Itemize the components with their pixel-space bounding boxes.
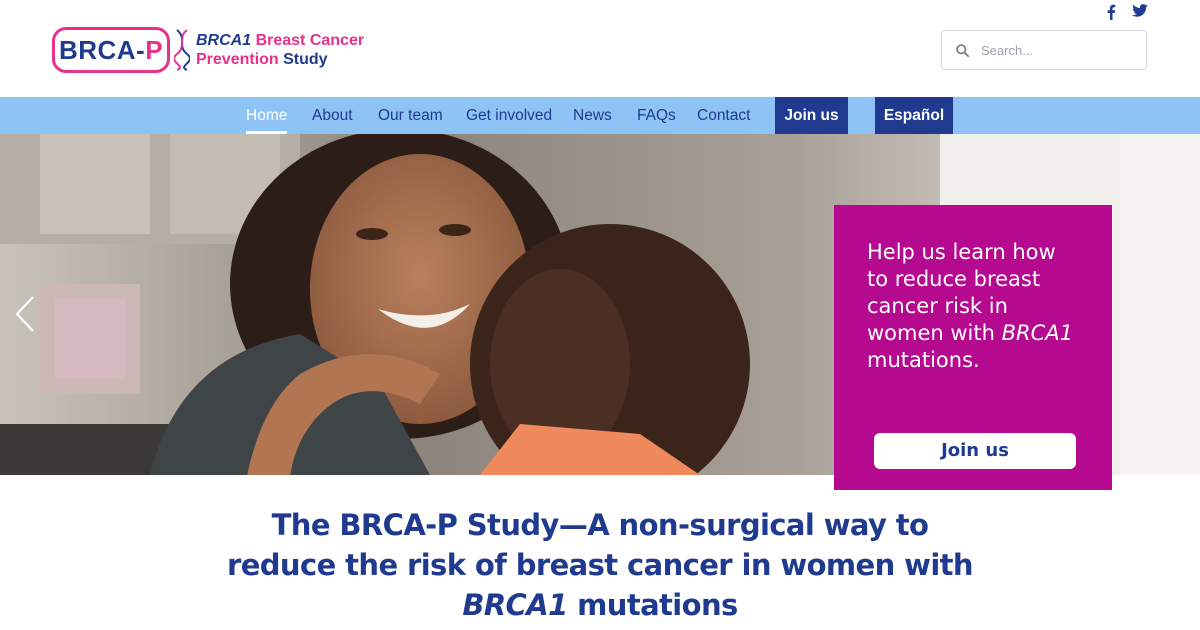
nav-item-contact[interactable]: Contact: [697, 97, 750, 134]
search-box[interactable]: [941, 30, 1147, 70]
logo-text: BRCA1 Breast Cancer Prevention Study: [196, 31, 364, 69]
logo-line2-accent: Prevention: [196, 51, 279, 68]
nav-item-get-involved[interactable]: Get involved: [466, 97, 552, 134]
headline-after: mutations: [567, 588, 738, 622]
search-input[interactable]: [981, 42, 1131, 58]
logo-gene: BRCA1: [196, 32, 252, 49]
promo-text-gene: BRCA1: [1001, 321, 1074, 345]
headline-gene: BRCA1: [462, 588, 568, 622]
facebook-icon[interactable]: [1106, 4, 1116, 20]
promo-text-after: mutations.: [867, 348, 980, 372]
nav-item-faqs[interactable]: FAQs: [637, 97, 676, 134]
social-links: [1106, 4, 1148, 20]
logo-badge-main: BRCA-: [58, 34, 146, 65]
promo-text: Help us learn how to reduce breast cance…: [867, 239, 1080, 374]
page-headline: The BRCA-P Study—A non-surgical way to r…: [220, 505, 980, 625]
main-nav: Home About Our team Get involved News FA…: [0, 97, 1200, 134]
nav-join-us-button[interactable]: Join us: [775, 97, 848, 134]
nav-item-home[interactable]: Home: [246, 97, 288, 134]
dna-helix-icon: [174, 29, 190, 71]
headline-before: The BRCA-P Study—A non-surgical way to r…: [227, 508, 974, 582]
promo-join-us-button[interactable]: Join us: [874, 433, 1076, 469]
chevron-left-icon[interactable]: [14, 294, 36, 334]
nav-espanol-button[interactable]: Español: [875, 97, 953, 134]
hero-promo-panel: Help us learn how to reduce breast cance…: [834, 205, 1112, 490]
logo-line2-rest: Study: [278, 51, 328, 68]
nav-item-about[interactable]: About: [312, 97, 353, 134]
nav-item-news[interactable]: News: [573, 97, 612, 134]
search-icon: [956, 43, 969, 57]
site-logo[interactable]: BRCA- P BRCA1 Breast Cancer Prevention St…: [52, 24, 364, 76]
logo-badge-accent: P: [145, 34, 164, 65]
twitter-icon[interactable]: [1132, 4, 1148, 18]
site-header: BRCA- P BRCA1 Breast Cancer Prevention St…: [0, 0, 1200, 97]
nav-item-our-team[interactable]: Our team: [378, 97, 443, 134]
logo-line1-rest: Breast Cancer: [251, 32, 365, 49]
logo-badge: BRCA- P: [52, 27, 170, 73]
